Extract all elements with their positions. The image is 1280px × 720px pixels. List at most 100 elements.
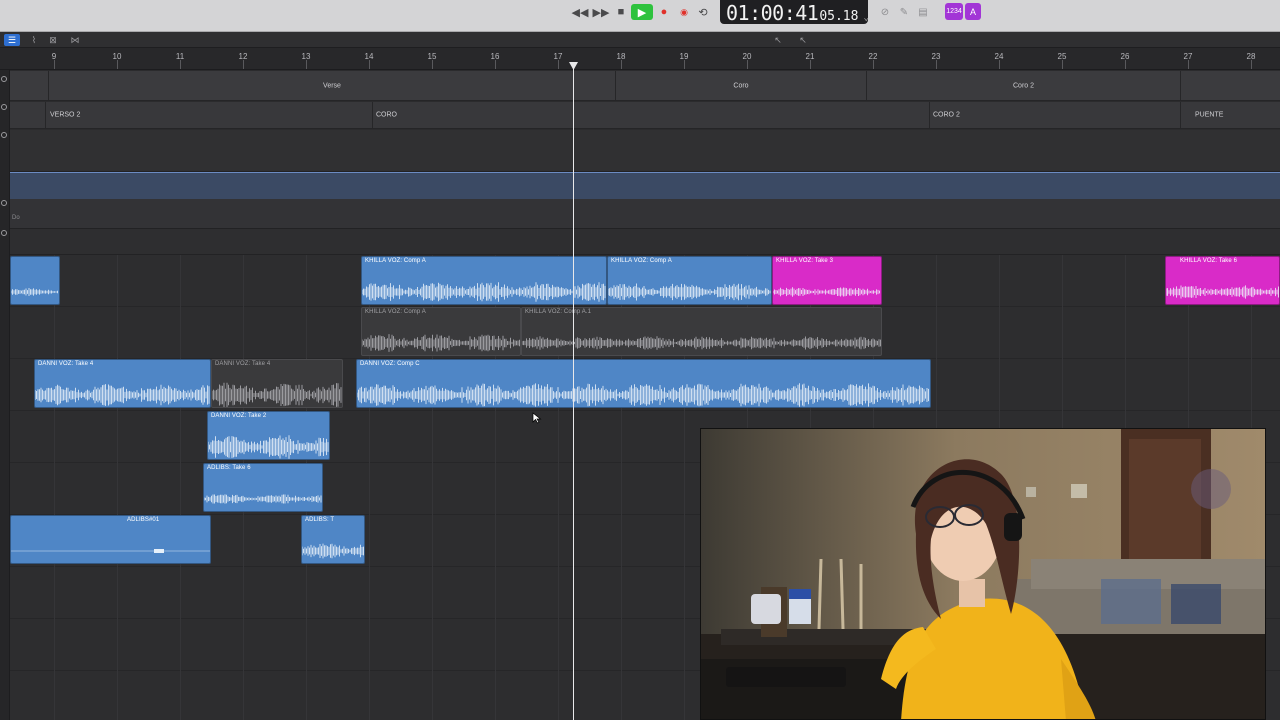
waveform (773, 287, 880, 297)
ruler-bar-number: 27 (1183, 52, 1193, 61)
forward-icon: ▶▶ (592, 6, 610, 19)
arrangement-section-empty[interactable] (1180, 71, 1280, 100)
ruler-tick (1188, 60, 1189, 69)
waveform (11, 288, 58, 296)
waveform (35, 384, 210, 406)
pencil-icon[interactable]: ✎ (897, 5, 911, 19)
waveform (608, 283, 771, 301)
marker-coro-2[interactable]: CORO 2 (929, 102, 1180, 128)
key-label: Do (12, 215, 20, 221)
arrangement-section-verse[interactable]: Verse (48, 71, 615, 100)
pointer-tool-icon[interactable]: ↖ (770, 34, 786, 46)
audio-region-danni-take-4-muted[interactable]: DANNI VOZ: Take 4 (211, 359, 343, 408)
audio-region-khilla-comp-a-2[interactable]: KHILLA VOZ: Comp A (607, 256, 772, 305)
ruler-tick (369, 60, 370, 69)
key-track[interactable]: Do (0, 199, 1280, 229)
waveform (302, 543, 364, 559)
ruler-bar-number: 12 (238, 52, 248, 61)
ruler-bar-number: 15 (427, 52, 437, 61)
capture-record-button[interactable]: ◉ (675, 4, 693, 20)
lcd-time: 01:00:41 (726, 1, 819, 25)
rewind-button[interactable]: ◀◀ (571, 4, 589, 20)
automation-icon[interactable]: ⌇ (26, 34, 42, 46)
ruler-bar-number: 22 (868, 52, 878, 61)
record-ring-icon: ◉ (680, 6, 688, 17)
snap-icon[interactable]: ⋈ (67, 34, 83, 46)
audio-region-adlibs-01[interactable]: ADLIBS#01 (10, 515, 211, 564)
ruler-bar-number: 19 (679, 52, 689, 61)
play-button[interactable]: ▶ (631, 4, 653, 20)
video-track[interactable] (0, 229, 1280, 255)
ruler-tick (495, 60, 496, 69)
ruler-tick (1125, 60, 1126, 69)
audio-region-danni-take-2[interactable]: DANNI VOZ: Take 2 (207, 411, 330, 460)
audio-region-danni-take-4[interactable]: DANNI VOZ: Take 4 (34, 359, 211, 408)
stop-button[interactable]: ■ (612, 4, 630, 20)
circle-icon[interactable] (1, 76, 7, 82)
ruler-tick (684, 60, 685, 69)
arrangement-section-coro-2[interactable]: Coro 2 (866, 71, 1180, 100)
arrangement-track[interactable]: Verse Coro Coro 2 (0, 71, 1280, 101)
metronome-icon: A (969, 6, 976, 17)
grid-line (54, 255, 55, 720)
audio-region-khilla-prev[interactable] (10, 256, 60, 305)
chevron-down-icon: ⌄ (863, 13, 869, 23)
ruler-tick (243, 60, 244, 69)
audio-region-khilla-comp-a1-muted[interactable]: KHILLA VOZ: Comp A.1 (521, 307, 882, 356)
audio-region-khilla-comp-a-1[interactable]: KHILLA VOZ: Comp A (361, 256, 607, 305)
ruler-tick (936, 60, 937, 69)
list-icon[interactable]: ▤ (916, 5, 930, 19)
cycle-button[interactable]: ⟲ (694, 4, 712, 20)
tempo-track[interactable] (10, 172, 1280, 199)
track-header-strip (0, 70, 10, 720)
ruler-tick (432, 60, 433, 69)
ruler-tick (810, 60, 811, 69)
count-in-pill[interactable]: 1234 (945, 3, 963, 20)
circle-icon[interactable] (1, 132, 7, 138)
ruler-bar-number: 11 (175, 52, 185, 61)
ruler-tick (1251, 60, 1252, 69)
marker-puente[interactable]: PUENTE (1180, 102, 1280, 128)
bar-ruler[interactable]: 9 10 11 12 13 14 15 16 17 18 19 20 21 22 23 24 25 26 27 28 (0, 48, 1280, 70)
record-button[interactable]: ● (655, 4, 673, 20)
audio-region-adlibs-t[interactable]: ADLIBS: T (301, 515, 365, 564)
waveform (212, 382, 342, 407)
daw-window: ◀◀ ▶▶ ■ ▶ ● ◉ ⟲ 01:00:41 05.18 ⌄ ⊘ ✎ ▤ 1… (0, 0, 1280, 720)
ruler-bar-number: 20 (742, 52, 752, 61)
ruler-tick (999, 60, 1000, 69)
audio-region-khilla-take-6[interactable]: KHILLA VOZ: Take 6 (1165, 256, 1280, 305)
ruler-bar-number: 28 (1246, 52, 1256, 61)
list-view-icon[interactable]: ☰ (4, 34, 20, 46)
ruler-bar-number: 18 (616, 52, 626, 61)
audio-region-khilla-take-3[interactable]: KHILLA VOZ: Take 3 (772, 256, 882, 305)
transport-bar: ◀◀ ▶▶ ■ ▶ ● ◉ ⟲ 01:00:41 05.18 ⌄ ⊘ ✎ ▤ 1… (0, 0, 1280, 32)
circle-icon[interactable] (1, 104, 7, 110)
ruler-bar-number: 9 (51, 52, 57, 61)
circle-icon[interactable] (1, 200, 7, 206)
ruler-tick (621, 60, 622, 69)
audio-region-danni-comp-c[interactable]: DANNI VOZ: Comp C (356, 359, 931, 408)
signature-track[interactable] (0, 130, 1280, 172)
waveform (204, 494, 322, 504)
playhead[interactable] (573, 62, 574, 720)
secondary-tool-icon[interactable]: ↖ (795, 34, 811, 46)
marker-verso-2[interactable]: VERSO 2 (45, 102, 372, 128)
waveform (362, 334, 520, 352)
audio-region-adlibs-take-6[interactable]: ADLIBS: Take 6 (203, 463, 323, 512)
ruler-tick (873, 60, 874, 69)
flex-icon[interactable]: ⊠ (45, 34, 61, 46)
metronome-pill[interactable]: A (965, 3, 981, 20)
mouse-cursor-icon (532, 412, 542, 424)
lcd-frames: 05.18 (819, 9, 859, 24)
marker-track[interactable]: VERSO 2 CORO CORO 2 PUENTE (0, 102, 1280, 129)
tuner-icon[interactable]: ⊘ (878, 5, 892, 19)
ruler-bar-number: 13 (301, 52, 311, 61)
ruler-tick (180, 60, 181, 69)
forward-button[interactable]: ▶▶ (592, 4, 610, 20)
circle-icon[interactable] (1, 230, 7, 236)
marker-coro[interactable]: CORO (372, 102, 929, 128)
audio-region-khilla-comp-a-muted[interactable]: KHILLA VOZ: Comp A (361, 307, 521, 356)
lcd-display[interactable]: 01:00:41 05.18 ⌄ (720, 0, 869, 25)
ruler-tick (1062, 60, 1063, 69)
arrangement-section-coro[interactable]: Coro (615, 71, 866, 100)
